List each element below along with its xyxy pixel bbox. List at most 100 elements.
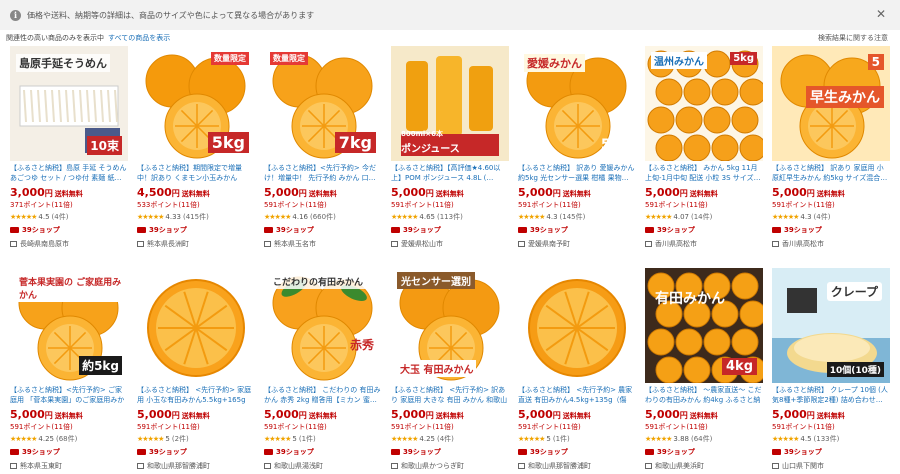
product-card[interactable]: クレープ 10個(10種) 【ふるさと納税】 クレープ 10個 (人気8種+季節限… — [772, 268, 890, 471]
shop-icon — [645, 463, 652, 469]
shop-location[interactable]: 和歌山県那智勝浦町 — [518, 461, 636, 471]
product-card[interactable]: 早生みかん 5 【ふるさと納税】 訳あり 家庭用 小原紅早生みかん 約5kg サイ… — [772, 46, 890, 249]
image-sublabel: 5kg — [600, 137, 630, 153]
product-image[interactable]: 光センサー選別 大玉 有田みかん — [391, 268, 509, 383]
image-sublabel: 800ml×6本 — [401, 130, 444, 138]
close-icon[interactable]: ✕ — [876, 7, 886, 21]
search-notes-link[interactable]: 検索結果に関する注意 — [818, 33, 888, 43]
free-shipping-label: 送料無料 — [54, 190, 83, 198]
product-image[interactable]: 7kg 数量限定 — [264, 46, 382, 161]
rating[interactable]: ★★★★★ 4.65 (113件) — [391, 212, 509, 222]
product-image[interactable] — [137, 268, 255, 383]
product-title[interactable]: 【ふるさと納税】 みかん 5kg 11月上旬-1月中旬 配送 小粒 3S サイズ… — [645, 163, 763, 183]
product-card[interactable]: 温州みかん 5kg 【ふるさと納税】 みかん 5kg 11月上旬-1月中旬 配送 … — [645, 46, 763, 249]
rating[interactable]: ★★★★★ 4.5 (133件) — [772, 434, 890, 444]
product-image[interactable]: クレープ 10個(10種) — [772, 268, 890, 383]
points: 591ポイント(11倍) — [137, 423, 200, 431]
shop-badge: 39ショップ — [264, 225, 382, 235]
product-title[interactable]: 【ふるさと納税】 訳あり 家庭用 小原紅早生みかん 約5kg サイズ混合… — [772, 163, 890, 183]
show-all-link[interactable]: すべての商品を表示 — [108, 33, 170, 43]
shop-location[interactable]: 香川県高松市 — [772, 239, 890, 249]
product-image[interactable]: ポンジュース 800ml×6本 — [391, 46, 509, 161]
free-shipping-label: 送料無料 — [816, 190, 845, 198]
shop-location[interactable]: 愛媛県松山市 — [391, 239, 509, 249]
shop-location[interactable]: 熊本県玉東町 — [10, 461, 128, 471]
product-title[interactable]: 【ふるさと納税】 <先行予約> 家庭用 小玉な有田みかん5.5kg+165g（傷… — [137, 385, 255, 405]
product-title[interactable]: 【ふるさと納税】【高評価★4.60以上】POM ポンジュース 4.8L (… — [391, 163, 509, 183]
rating[interactable]: ★★★★★ 4.25 (4件) — [391, 434, 509, 444]
product-title[interactable]: 【ふるさと納税】<先行予約> 今だけ！増量中！ 先行予約 みかん 口… — [264, 163, 382, 183]
shop-location[interactable]: 和歌山県かつらぎ町 — [391, 461, 509, 471]
price-row: 5,000 円 送料無料 — [772, 186, 890, 199]
rating[interactable]: ★★★★★ 5 (1件) — [264, 434, 382, 444]
shop-location[interactable]: 和歌山県湯浅町 — [264, 461, 382, 471]
product-card[interactable]: 有田みかん 4kg 【ふるさと納税】 ～農家直送～ こだわりの有田みかん 約4kg… — [645, 268, 763, 471]
product-card[interactable]: 愛媛みかん 5kg 【ふるさと納税】 訳あり 愛媛みかん 約5kg 光センサー選果… — [518, 46, 636, 249]
free-shipping-label: 送料無料 — [435, 190, 464, 198]
product-card[interactable]: 7kg 数量限定 【ふるさと納税】<先行予約> 今だけ！増量中！ 先行予約 みかん… — [264, 46, 382, 249]
star-rating-icon: ★★★★★ — [10, 213, 37, 221]
price-row: 5,000 円 送料無料 — [10, 408, 128, 421]
product-card[interactable]: 【ふるさと納税】 <先行予約> 農家直送 有田みかん4.5kg+135g（傷み…… — [518, 268, 636, 471]
shop-location[interactable]: 熊本県玉名市 — [264, 239, 382, 249]
yen-label: 円 — [425, 189, 434, 198]
review-count: (660件) — [309, 213, 336, 221]
product-image[interactable]: 5kg 数量限定 — [137, 46, 255, 161]
yen-label: 円 — [552, 189, 561, 198]
product-image[interactable]: 温州みかん 5kg — [645, 46, 763, 161]
rating[interactable]: ★★★★★ 5 (1件) — [518, 434, 636, 444]
free-shipping-label: 送料無料 — [181, 412, 210, 420]
product-card[interactable]: 光センサー選別 大玉 有田みかん 【ふるさと納税】 <先行予約> 訳あり 家庭用 … — [391, 268, 509, 471]
product-image[interactable]: こだわりの有田みかん 赤秀 — [264, 268, 382, 383]
product-title[interactable]: 【ふるさと納税】 訳あり 愛媛みかん 約5kg 光センサー選果 柑橘 果物… — [518, 163, 636, 183]
product-image[interactable]: 有田みかん 4kg — [645, 268, 763, 383]
product-title[interactable]: 【ふるさと納税】島原 手延 そうめん あごつゆ セット / つゆ付 素麺 紙… — [10, 163, 128, 183]
product-card[interactable]: ポンジュース 800ml×6本 【ふるさと納税】【高評価★4.60以上】POM ポ… — [391, 46, 509, 249]
rating[interactable]: ★★★★★ 5 (2件) — [137, 434, 255, 444]
yen-label: 円 — [171, 411, 180, 420]
shop-location[interactable]: 山口県下関市 — [772, 461, 890, 471]
shop-location[interactable]: 愛媛県南予町 — [518, 239, 636, 249]
product-image[interactable]: 菅本果実園の ご家庭用みかん 約5kg — [10, 268, 128, 383]
product-title[interactable]: 【ふるさと納税】<先行予約> ご家庭用 「菅本果実園」のご家庭用みかん★… — [10, 385, 128, 405]
product-card[interactable]: こだわりの有田みかん 赤秀 【ふるさと納税】 こだわりの 有田みかん 赤秀 2kg… — [264, 268, 382, 471]
location-text: 熊本県玉東町 — [20, 462, 62, 470]
product-card[interactable]: 菅本果実園の ご家庭用みかん 約5kg 【ふるさと納税】<先行予約> ご家庭用 「… — [10, 268, 128, 471]
product-title[interactable]: 【ふるさと納税】期間限定で増量中！訳あり くまモン小玉みかん 5kg… — [137, 163, 255, 183]
product-image[interactable]: 早生みかん 5 — [772, 46, 890, 161]
rating[interactable]: ★★★★★ 4.25 (68件) — [10, 434, 128, 444]
product-card[interactable]: 5kg 数量限定 【ふるさと納税】期間限定で増量中！訳あり くまモン小玉みかん 5… — [137, 46, 255, 249]
product-card[interactable]: 【ふるさと納税】 <先行予約> 家庭用 小玉な有田みかん5.5kg+165g（傷… — [137, 268, 255, 471]
product-card[interactable]: 島原手延そうめん 10束 【ふるさと納税】島原 手延 そうめん あごつゆ セット … — [10, 46, 128, 249]
free-shipping-label: 送料無料 — [181, 190, 210, 198]
shop-icon — [137, 463, 144, 469]
product-title[interactable]: 【ふるさと納税】 こだわりの 有田みかん 赤秀 2kg 贈答用【ミカン 蜜… — [264, 385, 382, 405]
product-title[interactable]: 【ふるさと納税】 <先行予約> 訳あり 家庭用 大きな 有田 みかん 和歌山 6… — [391, 385, 509, 405]
rating[interactable]: ★★★★★ 4.33 (415件) — [137, 212, 255, 222]
product-image[interactable] — [518, 268, 636, 383]
rating-score: 4.16 — [292, 213, 308, 221]
location-text: 熊本県玉名市 — [274, 240, 316, 248]
badge-label: 39ショップ — [403, 448, 441, 456]
rating[interactable]: ★★★★★ 4.16 (660件) — [264, 212, 382, 222]
rating[interactable]: ★★★★★ 4.3 (145件) — [518, 212, 636, 222]
shop-location[interactable]: 長崎県南島原市 — [10, 239, 128, 249]
price: 5,000 — [10, 408, 45, 421]
product-title[interactable]: 【ふるさと納税】 クレープ 10個 (人気8種+季節限定2種) 詰め合わせ… — [772, 385, 890, 405]
product-image[interactable]: 島原手延そうめん 10束 — [10, 46, 128, 161]
rating-score: 5 — [165, 435, 170, 443]
image-sublabel: 赤秀 — [349, 338, 374, 352]
product-title[interactable]: 【ふるさと納税】 ～農家直送～ こだわりの有田みかん 約4kg ふるさと納税… — [645, 385, 763, 405]
product-title[interactable]: 【ふるさと納税】 <先行予約> 農家直送 有田みかん4.5kg+135g（傷み… — [518, 385, 636, 405]
shop-location[interactable]: 和歌山県那智勝浦町 — [137, 461, 255, 471]
shop-location[interactable]: 和歌山県美浜町 — [645, 461, 763, 471]
review-count: (145件) — [559, 213, 586, 221]
shop-location[interactable]: 香川県高松市 — [645, 239, 763, 249]
image-label: 7kg — [334, 132, 376, 153]
rating[interactable]: ★★★★★ 4.5 (4件) — [10, 212, 128, 222]
rating[interactable]: ★★★★★ 4.07 (14件) — [645, 212, 763, 222]
rating[interactable]: ★★★★★ 3.88 (64件) — [645, 434, 763, 444]
rating[interactable]: ★★★★★ 4.3 (4件) — [772, 212, 890, 222]
product-image[interactable]: 愛媛みかん 5kg — [518, 46, 636, 161]
shop-location[interactable]: 熊本県長洲町 — [137, 239, 255, 249]
